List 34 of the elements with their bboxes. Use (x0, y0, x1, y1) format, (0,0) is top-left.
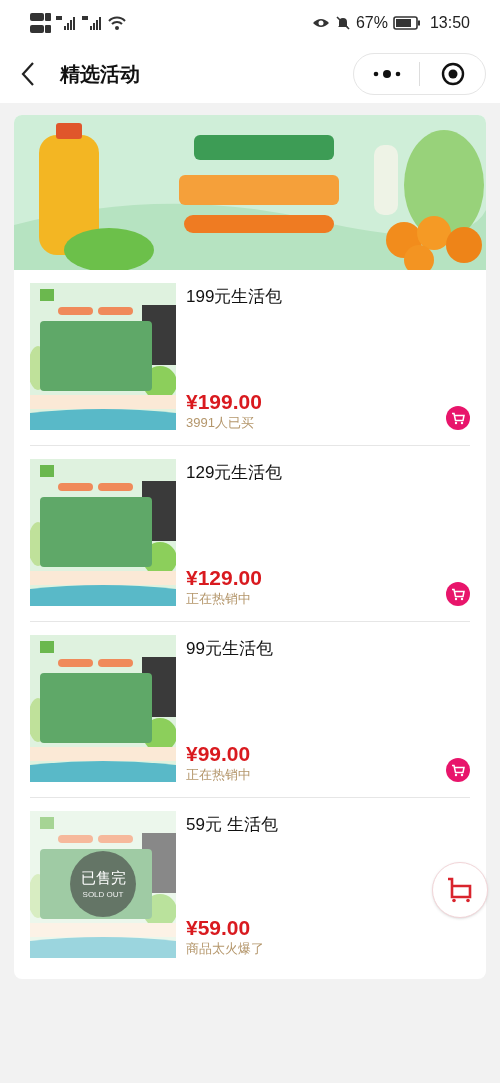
sim-card-icon (30, 10, 52, 35)
battery-icon (392, 15, 421, 30)
product-price: ¥199.00 (186, 390, 263, 414)
battery-percent: 67% (355, 12, 388, 33)
wifi-icon (108, 15, 126, 30)
product-title: 129元生活包 (186, 462, 283, 484)
sales-note: 3991人已买 (186, 414, 254, 432)
cart-icon (451, 587, 465, 601)
sold-out-sublabel: SOLD OUT (82, 889, 124, 900)
product-title: 199元生活包 (186, 286, 283, 308)
cart-icon (451, 763, 465, 777)
product-title: 59元 生活包 (186, 814, 278, 836)
sales-note: 正在热销中 (186, 590, 251, 608)
product-title: 99元生活包 (186, 638, 273, 660)
add-to-cart-button[interactable] (446, 758, 470, 782)
signal-icon (82, 15, 104, 30)
sales-note: 正在热销中 (186, 766, 251, 784)
more-icon[interactable] (371, 69, 402, 79)
add-to-cart-button[interactable] (446, 406, 470, 430)
muted-bell-icon (334, 14, 351, 31)
cart-icon (451, 411, 465, 425)
product-price: ¥59.00 (186, 916, 252, 940)
back-icon[interactable] (20, 61, 36, 87)
sales-note: 商品太火爆了 (186, 940, 264, 958)
close-mini-program-icon[interactable] (440, 62, 465, 86)
product-price: ¥99.00 (186, 742, 252, 766)
clock-time: 13:50 (429, 12, 470, 33)
sold-out-label: 已售完 (80, 868, 126, 887)
add-to-cart-button[interactable] (446, 582, 470, 606)
signal-icon (56, 15, 78, 30)
eye-icon (311, 16, 330, 29)
cart-icon (446, 876, 474, 904)
page-title: 精选活动 (60, 62, 141, 87)
product-price: ¥129.00 (186, 566, 263, 590)
